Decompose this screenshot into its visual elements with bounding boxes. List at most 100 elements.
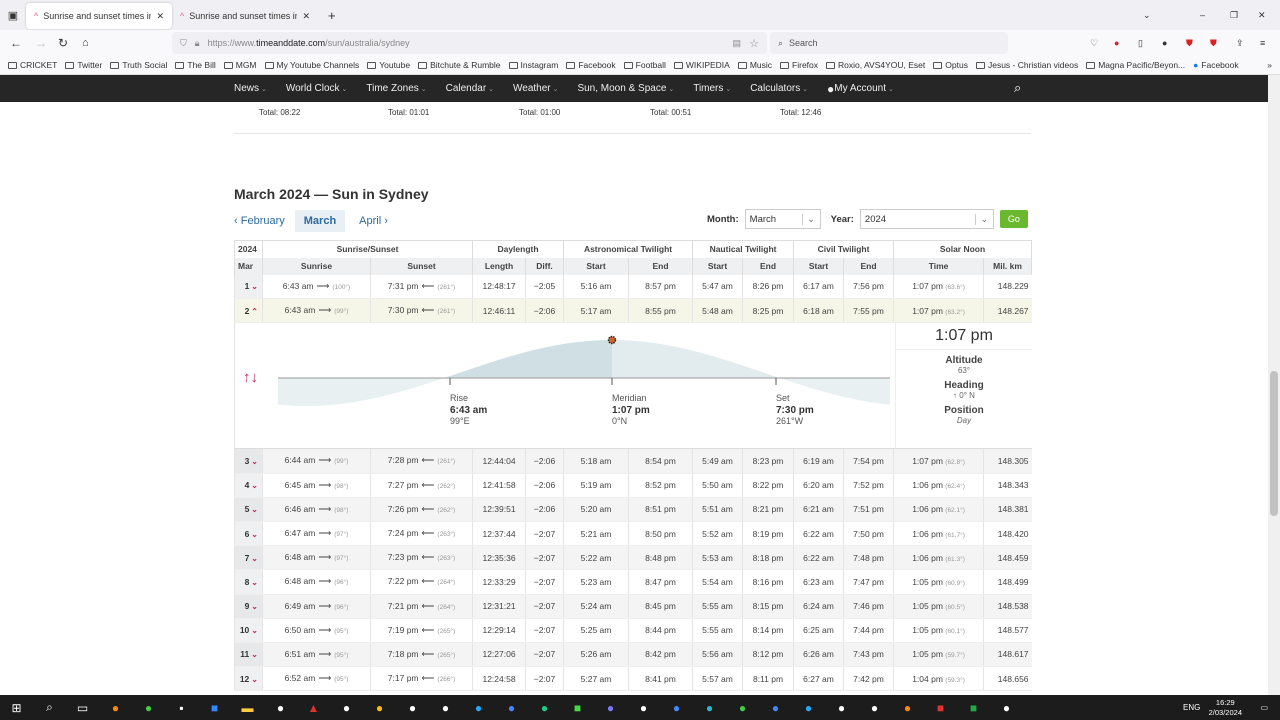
day-cell[interactable]: 12 ⌄ bbox=[234, 666, 263, 692]
bookmark-item[interactable]: ● Facebook bbox=[1193, 60, 1238, 70]
bookmark-item[interactable]: The Bill bbox=[175, 60, 216, 70]
telegram-icon[interactable]: ● bbox=[792, 701, 825, 715]
prev-month-link[interactable]: ‹ February bbox=[234, 215, 285, 227]
bookmark-item[interactable]: WIKIPEDIA bbox=[673, 60, 730, 70]
ublock-icon[interactable]: ⛊ bbox=[1186, 38, 1193, 49]
zoom-icon[interactable]: ● bbox=[660, 701, 693, 715]
back-icon[interactable]: ← bbox=[10, 36, 22, 50]
start-icon[interactable]: ⊞ bbox=[0, 701, 33, 715]
site-search-icon[interactable]: ⌕ bbox=[1014, 80, 1021, 96]
day-cell[interactable]: 9 ⌄ bbox=[234, 594, 263, 619]
table-row[interactable]: 4 ⌄ 6:45 am ⟶ (98°) 7:27 pm ⟵ (262°) 12:41:58 −2:… bbox=[234, 473, 1032, 498]
new-tab-icon[interactable]: + bbox=[328, 8, 336, 23]
bookmark-item[interactable]: Truth Social bbox=[110, 60, 167, 70]
reader-icon[interactable]: ▤ bbox=[732, 38, 741, 49]
blender-icon[interactable]: ● bbox=[891, 701, 924, 715]
home-icon[interactable]: ⌂ bbox=[82, 37, 89, 49]
table-row[interactable]: 3 ⌄ 6:44 am ⟶ (99°) 7:28 pm ⟵ (261°) 12:44:04 −2:… bbox=[234, 448, 1032, 474]
app-icon[interactable]: ▲ bbox=[297, 701, 330, 715]
close-tab-icon[interactable]: ✕ bbox=[302, 11, 310, 22]
tab-list-icon[interactable]: ▣ bbox=[0, 9, 26, 22]
chrome-icon[interactable]: ● bbox=[132, 701, 165, 715]
table-row[interactable]: 11 ⌄ 6:51 am ⟶ (95°) 7:18 pm ⟵ (265°) 12:27:06 −2… bbox=[234, 642, 1032, 668]
app-icon[interactable]: ● bbox=[495, 701, 528, 715]
ublock-icon[interactable]: ⛊ bbox=[1210, 38, 1217, 49]
bookmark-item[interactable]: Music bbox=[737, 60, 772, 70]
bookmark-item[interactable]: MGM bbox=[223, 60, 257, 70]
bookmark-item[interactable]: Magna Pacific/Beyon... bbox=[1086, 60, 1185, 70]
bookmark-item[interactable]: Optus bbox=[933, 60, 968, 70]
firefox-icon[interactable]: ● bbox=[99, 701, 132, 715]
extensions-icon[interactable]: ⇪ bbox=[1236, 38, 1244, 49]
day-cell[interactable]: 3 ⌄ bbox=[234, 448, 263, 474]
nav-item-my-account[interactable]: My Account bbox=[834, 83, 894, 94]
sidebar-icon[interactable]: ▯ bbox=[1138, 38, 1143, 49]
bookmark-item[interactable]: Facebook bbox=[566, 60, 616, 70]
table-row[interactable]: 9 ⌄ 6:49 am ⟶ (96°) 7:21 pm ⟵ (264°) 12:31:21 −2:… bbox=[234, 594, 1032, 619]
notifications-icon[interactable]: ▭ bbox=[1260, 703, 1268, 712]
app-icon[interactable]: ● bbox=[825, 701, 858, 715]
task-view-icon[interactable]: ▭ bbox=[66, 701, 99, 715]
nav-item-calendar[interactable]: Calendar bbox=[446, 83, 494, 94]
tab-1[interactable]: ^ Sunrise and sunset times in Syd ✕ bbox=[26, 3, 172, 29]
nav-item-news[interactable]: News bbox=[234, 83, 267, 94]
steam-icon[interactable]: ● bbox=[429, 701, 462, 715]
day-cell[interactable]: 8 ⌄ bbox=[234, 569, 263, 595]
app-icon[interactable]: ● bbox=[693, 701, 726, 715]
day-cell[interactable]: 1 ⌄ bbox=[234, 274, 263, 300]
app-icon[interactable]: ● bbox=[363, 701, 396, 715]
close-window-icon[interactable]: ✕ bbox=[1258, 10, 1266, 21]
app-icon[interactable]: ● bbox=[726, 701, 759, 715]
reload-icon[interactable]: ↻ bbox=[58, 36, 68, 50]
app-icon[interactable]: ● bbox=[759, 701, 792, 715]
file-explorer-icon[interactable]: ▬ bbox=[231, 701, 264, 715]
bookmark-item[interactable]: Jesus - Christian videos bbox=[975, 60, 1078, 70]
nav-item-sun-moon-space[interactable]: Sun, Moon & Space bbox=[577, 83, 674, 94]
chevron-down-icon[interactable]: ⌄ bbox=[1143, 10, 1151, 21]
year-select[interactable]: 2024 ⌄ bbox=[859, 209, 994, 229]
menu-icon[interactable]: ≡ bbox=[1260, 38, 1265, 48]
scrollbar[interactable] bbox=[1268, 75, 1280, 695]
app-icon[interactable]: ● bbox=[264, 701, 297, 715]
nav-item-time-zones[interactable]: Time Zones bbox=[366, 83, 426, 94]
clock[interactable]: 16:29 2/03/2024 bbox=[1209, 698, 1242, 718]
app-icon[interactable]: ● bbox=[330, 701, 363, 715]
day-cell[interactable]: 6 ⌄ bbox=[234, 521, 263, 547]
nav-item-weather[interactable]: Weather bbox=[513, 83, 558, 94]
month-select[interactable]: March ⌄ bbox=[744, 209, 821, 229]
table-row[interactable]: 6 ⌄ 6:47 am ⟶ (97°) 7:24 pm ⟵ (263°) 12:37:44 −2:… bbox=[234, 521, 1032, 547]
app-icon[interactable]: ● bbox=[990, 701, 1023, 715]
app-icon[interactable]: ● bbox=[396, 701, 429, 715]
bookmark-item[interactable]: Firefox bbox=[780, 60, 818, 70]
table-row[interactable]: 2 ⌃ 6:43 am ⟶ (99°) 7:30 pm ⟵ (261°) 12:46:11 −2:… bbox=[234, 298, 1032, 324]
day-cell[interactable]: 7 ⌄ bbox=[234, 545, 263, 571]
table-row[interactable]: 8 ⌄ 6:48 am ⟶ (96°) 7:22 pm ⟵ (264°) 12:33:29 −2:… bbox=[234, 569, 1032, 595]
next-month-link[interactable]: April › bbox=[359, 215, 388, 227]
excel-icon[interactable]: ■ bbox=[957, 701, 990, 715]
day-cell[interactable]: 5 ⌄ bbox=[234, 497, 263, 522]
language-indicator[interactable]: ENG bbox=[1183, 703, 1200, 712]
app-icon[interactable]: ● bbox=[858, 701, 891, 715]
table-row[interactable]: 7 ⌄ 6:48 am ⟶ (97°) 7:23 pm ⟵ (263°) 12:35:36 −2:… bbox=[234, 545, 1032, 571]
close-tab-icon[interactable]: ✕ bbox=[156, 11, 164, 22]
bookmark-item[interactable]: Roxio, AVS4YOU, Eset bbox=[826, 60, 925, 70]
bookmark-item[interactable]: Twitter bbox=[65, 60, 102, 70]
app-icon[interactable]: ▪ bbox=[165, 701, 198, 715]
skype-icon[interactable]: ● bbox=[462, 701, 495, 715]
day-cell[interactable]: 2 ⌃ bbox=[234, 298, 263, 324]
bookmark-item[interactable]: CRICKET bbox=[8, 60, 57, 70]
discord-icon[interactable]: ● bbox=[594, 701, 627, 715]
nav-item-calculators[interactable]: Calculators bbox=[750, 83, 808, 94]
forward-icon[interactable]: → bbox=[35, 36, 47, 50]
more-bookmarks-icon[interactable]: » bbox=[1267, 60, 1272, 70]
edge-icon[interactable]: ● bbox=[528, 701, 561, 715]
go-button[interactable]: Go bbox=[999, 210, 1028, 228]
nav-item-world-clock[interactable]: World Clock bbox=[286, 83, 348, 94]
pocket-icon[interactable]: ♡ bbox=[1090, 38, 1098, 49]
scrollbar-thumb[interactable] bbox=[1270, 371, 1278, 516]
tab-2[interactable]: ^ Sunrise and sunset times in Syd ✕ bbox=[172, 3, 318, 29]
extension-icon[interactable]: ● bbox=[1162, 38, 1167, 48]
search-icon[interactable]: ⌕ bbox=[33, 700, 66, 715]
bookmark-item[interactable]: My Youtube Channels bbox=[264, 60, 359, 70]
app-icon[interactable]: ● bbox=[627, 701, 660, 715]
